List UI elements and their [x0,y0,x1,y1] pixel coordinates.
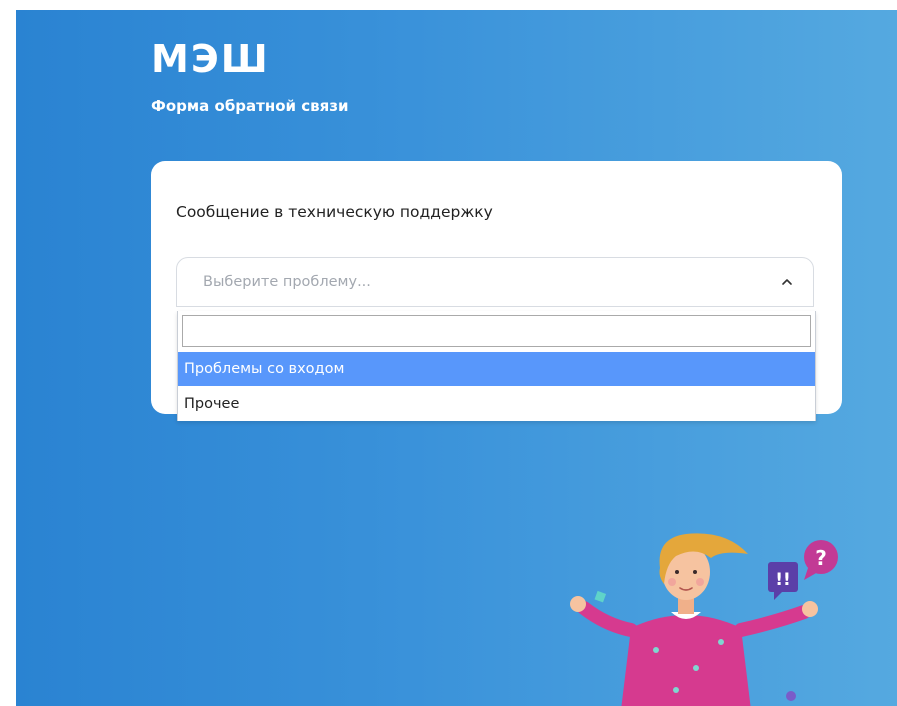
bubble-question-mark: ? [815,546,827,570]
page-background: МЭШ Форма обратной связи Сообщение в тех… [16,10,897,706]
page-subtitle: Форма обратной связи [151,97,349,115]
dropdown-option-login-problems[interactable]: Проблемы со входом [178,352,815,386]
logo[interactable]: МЭШ [151,40,270,78]
problem-select[interactable]: Выберите проблему... [176,257,814,307]
dropdown-option-other[interactable]: Прочее [178,387,815,421]
question-speech-bubble-icon: ? [804,540,838,580]
dropdown-search-input[interactable] [182,315,811,347]
exclamation-speech-bubble-icon: !! [768,562,798,600]
card-title: Сообщение в техническую поддержку [176,203,493,221]
select-dropdown: Проблемы со входом Прочее [177,311,816,421]
confetti-piece [594,590,607,603]
woman-shrugging-illustration: !! ? [570,533,838,706]
bubble-exclamation-mark: !! [775,570,791,590]
chevron-up-icon[interactable] [779,274,795,290]
select-placeholder: Выберите проблему... [203,274,371,290]
confetti-piece [786,691,796,701]
